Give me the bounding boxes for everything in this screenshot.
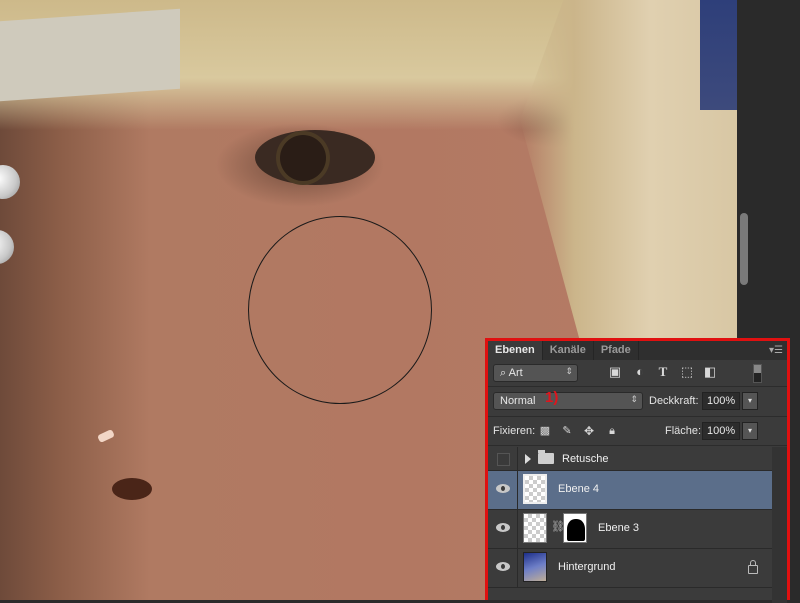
panel-tabs: Ebenen Kanäle Pfade ▾☰ bbox=[488, 341, 787, 360]
layer-list: Retusche Ebene 4 ⛓ Ebene 3 Hintergrund bbox=[488, 447, 778, 603]
filter-toggle[interactable] bbox=[753, 364, 762, 383]
opacity-label: Deckkraft: bbox=[649, 395, 699, 407]
search-icon: ⌕ bbox=[500, 367, 507, 379]
tab-kanaele[interactable]: Kanäle bbox=[543, 341, 594, 360]
layer-hintergrund[interactable]: Hintergrund bbox=[488, 549, 772, 588]
layer-mask-thumbnail[interactable] bbox=[563, 513, 587, 543]
blend-mode-select[interactable]: Normal ⇕ bbox=[493, 392, 643, 410]
layer-name: Ebene 3 bbox=[598, 522, 639, 534]
canvas-scrollbar[interactable] bbox=[740, 213, 748, 285]
filter-kind-label: Art bbox=[508, 367, 523, 379]
tab-pfade[interactable]: Pfade bbox=[594, 341, 639, 360]
pearl-earring bbox=[0, 230, 14, 264]
shape-filter-icon[interactable]: ⬚ bbox=[680, 365, 694, 379]
fill-dropdown[interactable]: ▾ bbox=[742, 422, 758, 440]
eye-icon bbox=[496, 562, 510, 571]
nose-highlight bbox=[97, 428, 115, 444]
expand-triangle-icon[interactable] bbox=[525, 454, 531, 464]
headband bbox=[0, 8, 180, 102]
filter-row: ⌕ Art ⇕ ▣ ◐ T ⬚ ◧ bbox=[488, 360, 787, 387]
layer-thumbnail bbox=[523, 474, 547, 504]
lock-image-pixels-icon[interactable]: ✎ bbox=[560, 424, 574, 438]
opacity-dropdown[interactable]: ▾ bbox=[742, 392, 758, 410]
type-filter-icon[interactable]: T bbox=[656, 365, 670, 379]
layers-panel: Ebenen Kanäle Pfade ▾☰ ⌕ Art ⇕ ▣ ◐ T ⬚ ◧… bbox=[485, 338, 790, 603]
lock-row: Fixieren: ▩ ✎ ✥ 🔒︎ Fläche: 100% ▾ bbox=[488, 417, 787, 446]
updown-arrows-icon: ⇕ bbox=[630, 394, 638, 404]
hidden-visibility-box bbox=[497, 453, 510, 466]
folder-icon bbox=[538, 450, 554, 464]
panel-menu-icon[interactable]: ▾☰ bbox=[769, 345, 783, 356]
fill-input[interactable]: 100% bbox=[702, 422, 740, 440]
lock-position-icon[interactable]: ✥ bbox=[582, 424, 596, 438]
visibility-toggle[interactable] bbox=[488, 549, 518, 587]
annotation-label: 1) bbox=[545, 389, 559, 406]
layer-name: Retusche bbox=[562, 453, 609, 465]
filter-kind-select[interactable]: ⌕ Art ⇕ bbox=[493, 364, 578, 382]
updown-arrows-icon: ⇕ bbox=[565, 366, 573, 376]
fill-label: Fläche: bbox=[665, 425, 702, 437]
visibility-toggle[interactable] bbox=[488, 447, 518, 470]
opacity-input[interactable]: 100% bbox=[702, 392, 740, 410]
visibility-toggle[interactable] bbox=[488, 471, 518, 509]
image-filter-icon[interactable]: ▣ bbox=[608, 365, 622, 379]
lock-all-icon[interactable]: 🔒︎ bbox=[605, 424, 619, 438]
layer-name: Ebene 4 bbox=[558, 483, 599, 495]
layer-thumbnail bbox=[523, 513, 547, 543]
layer-thumbnail bbox=[523, 552, 547, 582]
layer-ebene-4[interactable]: Ebene 4 bbox=[488, 471, 772, 510]
smart-object-filter-icon[interactable]: ◧ bbox=[703, 365, 717, 379]
tab-ebenen[interactable]: Ebenen bbox=[488, 341, 543, 360]
adjustment-filter-icon[interactable]: ◐ bbox=[633, 365, 647, 379]
blue-background bbox=[700, 0, 737, 110]
nostril bbox=[112, 478, 152, 500]
layer-name: Hintergrund bbox=[558, 561, 616, 573]
brush-cursor bbox=[248, 216, 432, 404]
eye-iris bbox=[280, 135, 326, 181]
visibility-toggle[interactable] bbox=[488, 510, 518, 548]
blend-mode-value: Normal bbox=[500, 395, 536, 407]
pearl-earring bbox=[0, 165, 20, 199]
lock-icon bbox=[748, 560, 758, 574]
layer-ebene-3[interactable]: ⛓ Ebene 3 bbox=[488, 510, 772, 549]
lock-label: Fixieren: bbox=[493, 425, 536, 437]
layers-scrollbar[interactable] bbox=[772, 447, 787, 603]
layer-group-retusche[interactable]: Retusche bbox=[488, 447, 772, 471]
eye-icon bbox=[496, 523, 510, 532]
blend-row: Normal ⇕ 1) Deckkraft: 100% ▾ bbox=[488, 387, 787, 417]
lock-transparency-icon[interactable]: ▩ bbox=[538, 424, 552, 438]
eye-icon bbox=[496, 484, 510, 493]
